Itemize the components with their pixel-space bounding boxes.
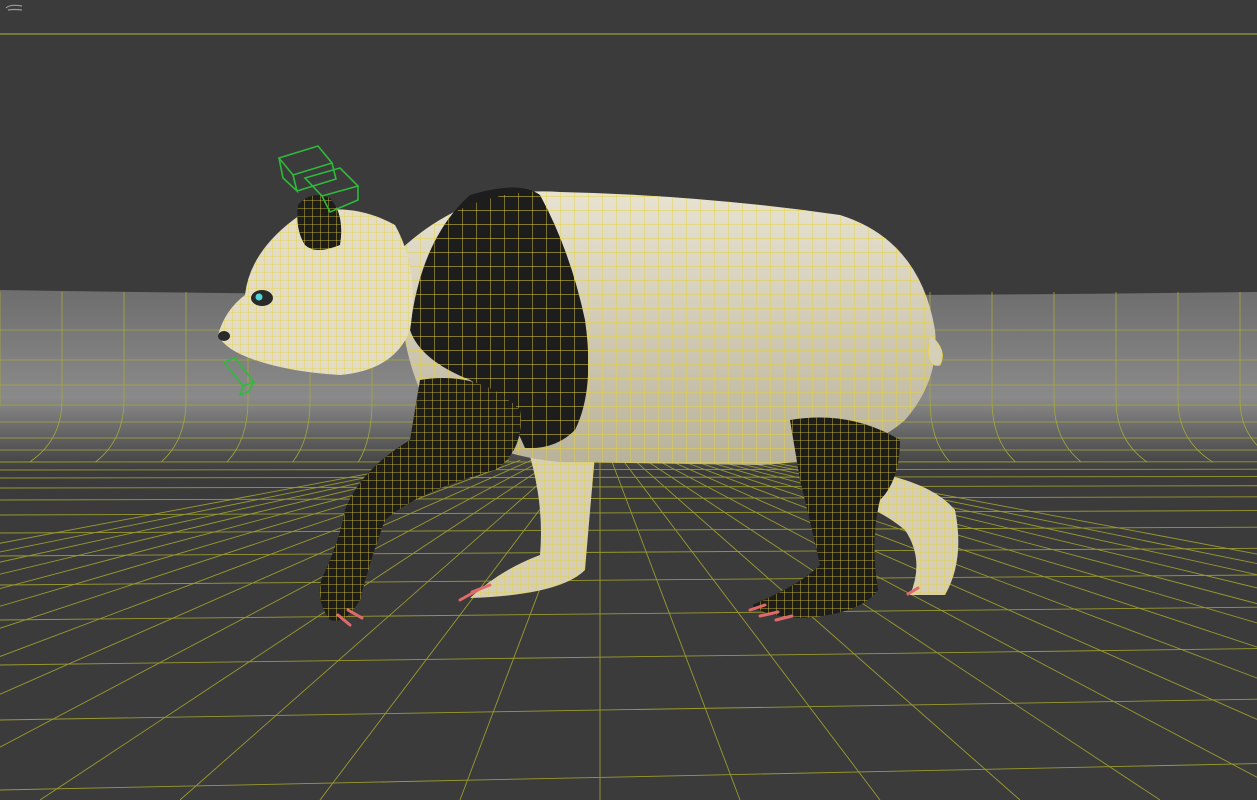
viewport-canvas[interactable] [0,0,1257,800]
eye [255,293,263,301]
3d-viewport[interactable] [0,0,1257,800]
view-cube-icon[interactable] [0,0,22,16]
floor-grid [0,459,1257,800]
